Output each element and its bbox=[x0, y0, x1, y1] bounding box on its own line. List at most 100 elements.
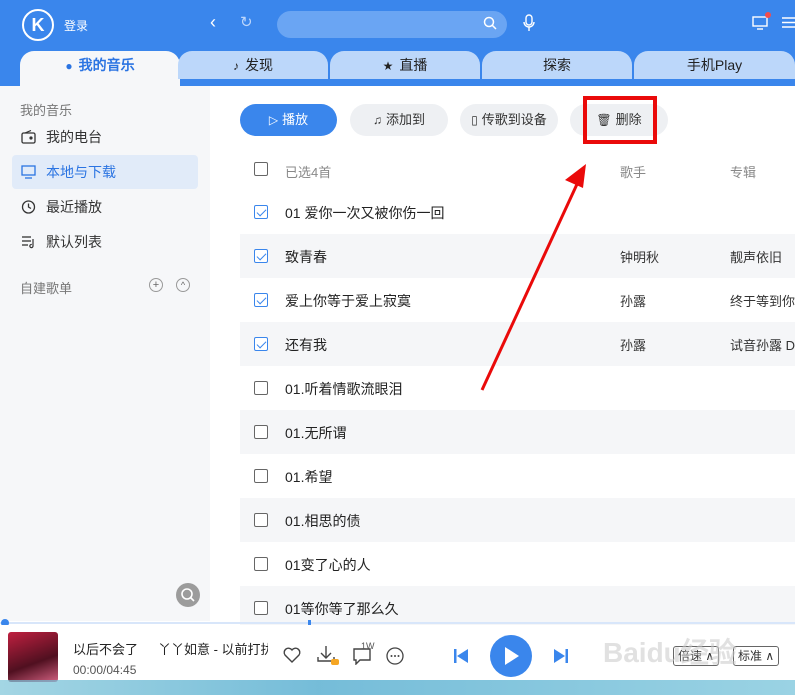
selected-count: 已选4首 bbox=[285, 165, 332, 180]
tab-label: 手机Play bbox=[686, 57, 743, 73]
main-tabs: ● 我的音乐 ♪ 发现 ★ 直播 探索 手机Play bbox=[0, 51, 795, 86]
search-icon[interactable] bbox=[483, 16, 497, 30]
tab-label: 发现 bbox=[245, 57, 273, 73]
previous-icon[interactable] bbox=[453, 648, 469, 664]
album-cell: 靓声依旧 bbox=[730, 250, 783, 265]
quality-label: 标准 bbox=[738, 649, 763, 663]
row-checkbox[interactable] bbox=[254, 249, 268, 263]
row-checkbox[interactable] bbox=[254, 469, 268, 483]
download-icon[interactable] bbox=[317, 645, 339, 665]
app-logo: K bbox=[22, 9, 54, 41]
table-row[interactable]: 01.相思的债 bbox=[240, 498, 795, 542]
row-checkbox[interactable] bbox=[254, 513, 268, 527]
song-title-cell[interactable]: 01.相思的债 bbox=[285, 511, 605, 531]
column-album[interactable]: 专辑 bbox=[730, 162, 756, 181]
table-row[interactable]: 01.希望 bbox=[240, 454, 795, 498]
add-to-button[interactable]: ♫ 添加到 bbox=[350, 104, 448, 136]
playlist-section-title: 自建歌单 bbox=[20, 281, 73, 296]
chevron-up-icon: ∧ bbox=[765, 649, 775, 663]
tab-live[interactable]: ★ 直播 bbox=[330, 51, 480, 79]
star-icon: ★ bbox=[382, 59, 394, 73]
clock-icon bbox=[21, 200, 36, 214]
song-title[interactable]: 以后不会了 bbox=[73, 639, 138, 658]
progress-bar[interactable] bbox=[0, 622, 795, 624]
select-all-checkbox[interactable] bbox=[254, 162, 268, 176]
login-link[interactable]: 登录 bbox=[64, 17, 88, 34]
transfer-label: 传歌到设备 bbox=[481, 112, 547, 127]
phone-icon: ▯ bbox=[471, 113, 478, 127]
row-checkbox[interactable] bbox=[254, 381, 268, 395]
note-icon: ♪ bbox=[233, 59, 239, 73]
watermark: Baidu经验 bbox=[603, 637, 737, 668]
list-icon bbox=[22, 236, 34, 249]
sidebar-item-label: 本地与下载 bbox=[46, 164, 116, 180]
artist-cell: 钟明秋 bbox=[620, 250, 660, 265]
sidebar-item-default-list[interactable]: 默认列表 bbox=[12, 225, 198, 259]
column-artist[interactable]: 歌手 bbox=[620, 162, 646, 181]
tab-mobile-play[interactable]: 手机Play bbox=[634, 51, 795, 79]
artist-cell: 孙露 bbox=[620, 338, 647, 353]
album-cell: 终于等到你 bbox=[730, 294, 795, 309]
tab-label: 直播 bbox=[399, 57, 428, 73]
song-title-cell[interactable]: 01.希望 bbox=[285, 467, 605, 487]
quality-selector[interactable]: 标准 ∧ bbox=[733, 646, 780, 666]
tab-explore[interactable]: 探索 bbox=[482, 51, 632, 79]
song-title-cell[interactable]: 01.无所谓 bbox=[285, 423, 605, 443]
add-to-label: 添加到 bbox=[385, 112, 425, 127]
row-checkbox[interactable] bbox=[254, 601, 268, 615]
menu-icon[interactable] bbox=[782, 16, 795, 29]
tab-label: 我的音乐 bbox=[78, 57, 135, 73]
table-row[interactable]: 01.无所谓 bbox=[240, 410, 795, 454]
album-cover[interactable] bbox=[8, 632, 58, 682]
song-time: 00:00/04:45 bbox=[73, 663, 137, 677]
play-icon bbox=[505, 647, 519, 665]
back-icon[interactable]: ‹ bbox=[210, 12, 216, 33]
sidebar-item-recent[interactable]: 最近播放 bbox=[12, 190, 198, 224]
delete-highlight-box bbox=[583, 96, 657, 144]
song-lyric: 丫丫如意 - 以前打扰 bbox=[158, 642, 268, 657]
monitor-icon bbox=[21, 165, 36, 179]
row-checkbox[interactable] bbox=[254, 425, 268, 439]
play-label: 播放 bbox=[282, 112, 309, 127]
song-title-cell[interactable]: 01等你等了那么久 bbox=[285, 599, 605, 619]
artist-cell: 孙露 bbox=[620, 294, 647, 309]
tab-discover[interactable]: ♪ 发现 bbox=[178, 51, 328, 79]
search-input[interactable] bbox=[277, 11, 507, 38]
user-icon: ● bbox=[65, 59, 73, 73]
heart-icon[interactable] bbox=[283, 647, 301, 663]
play-all-button[interactable]: ▷ 播放 bbox=[240, 104, 337, 136]
row-checkbox[interactable] bbox=[254, 205, 268, 219]
row-checkbox[interactable] bbox=[254, 293, 268, 307]
sidebar-item-radio[interactable]: 我的电台 bbox=[12, 120, 198, 154]
annotation-arrow bbox=[480, 164, 586, 391]
play-pause-button[interactable] bbox=[490, 635, 532, 677]
transfer-to-device-button[interactable]: ▯ 传歌到设备 bbox=[460, 104, 558, 136]
sidebar-item-local-download[interactable]: 本地与下载 bbox=[12, 155, 198, 189]
scan-icon[interactable] bbox=[176, 583, 200, 607]
comment-count: 1W bbox=[361, 641, 375, 651]
tab-my-music[interactable]: ● 我的音乐 bbox=[20, 51, 180, 86]
more-icon[interactable] bbox=[386, 647, 404, 665]
notification-dot bbox=[765, 12, 771, 18]
sidebar-item-label: 最近播放 bbox=[46, 199, 102, 215]
background-strip bbox=[0, 680, 795, 695]
radio-icon bbox=[21, 130, 36, 144]
table-row[interactable]: 01变了心的人 bbox=[240, 542, 795, 586]
sidebar: 我的音乐 我的电台 本地与下载 最近播放 默认列表 自建歌单 bbox=[0, 86, 210, 621]
play-icon: ▷ bbox=[268, 113, 279, 127]
mic-icon[interactable] bbox=[522, 14, 536, 32]
song-title-cell[interactable]: 01变了心的人 bbox=[285, 555, 605, 575]
sidebar-item-label: 我的电台 bbox=[46, 129, 102, 145]
tab-label: 探索 bbox=[543, 57, 571, 73]
next-icon[interactable] bbox=[553, 648, 569, 664]
collapse-playlist-button[interactable]: ^ bbox=[176, 278, 190, 292]
sidebar-section-title: 我的音乐 bbox=[20, 103, 73, 118]
refresh-icon[interactable]: ↻ bbox=[240, 13, 253, 31]
sidebar-item-label: 默认列表 bbox=[46, 234, 102, 250]
album-cell: 试音孙露 D bbox=[730, 338, 795, 353]
add-music-icon: ♫ bbox=[372, 113, 382, 127]
row-checkbox[interactable] bbox=[254, 337, 268, 351]
monitor-icon[interactable] bbox=[752, 16, 768, 30]
add-playlist-button[interactable]: + bbox=[149, 278, 163, 292]
row-checkbox[interactable] bbox=[254, 557, 268, 571]
